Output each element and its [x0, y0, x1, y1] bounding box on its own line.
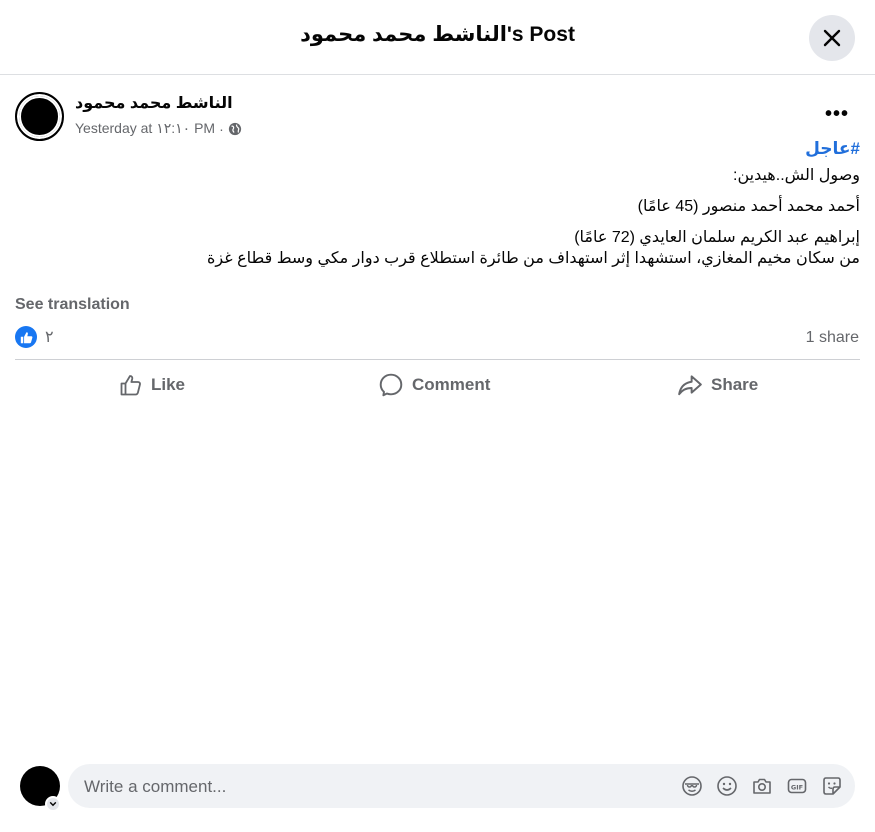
close-button[interactable] [809, 15, 855, 61]
more-options-button[interactable]: ••• [822, 100, 852, 128]
post-meta: Yesterday at ١٢:١٠ PM · [75, 120, 242, 137]
divider [15, 359, 860, 360]
post-actions: Like Comment Share [15, 364, 860, 406]
post-line: إبراهيم عبد الكريم سلمان العايدي (72 عام… [574, 229, 860, 246]
reaction-summary[interactable]: ٢ [15, 326, 54, 348]
hashtag-link[interactable]: #عاجل [15, 138, 860, 159]
chevron-down-icon[interactable] [45, 796, 61, 812]
share-button[interactable]: Share [677, 364, 758, 406]
comment-label: Comment [412, 375, 491, 394]
author-name[interactable]: الناشط محمد محمود [75, 93, 233, 113]
share-arrow-icon [678, 375, 702, 396]
post-line: وصول الش..هيدين: [733, 167, 860, 184]
thumbs-up-icon [120, 375, 141, 396]
like-reaction-icon [15, 326, 37, 348]
reaction-count: ٢ [45, 329, 54, 346]
emoji-icon[interactable] [716, 775, 738, 797]
dialog-title: الناشط محمد محمود's Post [300, 23, 575, 46]
share-count[interactable]: 1 share [806, 329, 859, 347]
meta-separator: · [219, 120, 224, 137]
post-line: من سكان مخيم المغازي، استشهدا إثر استهدا… [207, 250, 860, 267]
svg-text:GIF: GIF [791, 783, 803, 791]
like-label: Like [151, 375, 186, 394]
close-icon [823, 29, 841, 47]
comment-input[interactable] [82, 764, 646, 810]
post-dialog-header: الناشط محمد محمود's Post [0, 0, 875, 75]
post-text: #عاجل وصول الش..هيدين: أحمد محمد أحمد من… [15, 138, 860, 269]
sticker-icon[interactable] [821, 775, 843, 797]
see-translation-link[interactable]: See translation [15, 296, 130, 314]
post-line: أحمد محمد أحمد منصور (45 عامًا) [637, 198, 860, 215]
like-button[interactable]: Like [119, 364, 185, 406]
share-label: Share [711, 375, 759, 394]
comment-bubble-icon [379, 373, 403, 397]
post-timestamp[interactable]: Yesterday at ١٢:١٠ PM [75, 120, 215, 137]
globe-icon[interactable] [228, 122, 242, 136]
camera-icon[interactable] [751, 775, 773, 797]
comment-composer: GIF [0, 752, 875, 832]
comment-button[interactable]: Comment [378, 364, 490, 406]
avatar-sticker-icon[interactable] [681, 775, 703, 797]
comment-input-wrapper: GIF [68, 764, 855, 810]
author-avatar[interactable] [15, 92, 64, 141]
gif-icon[interactable]: GIF [786, 775, 808, 797]
